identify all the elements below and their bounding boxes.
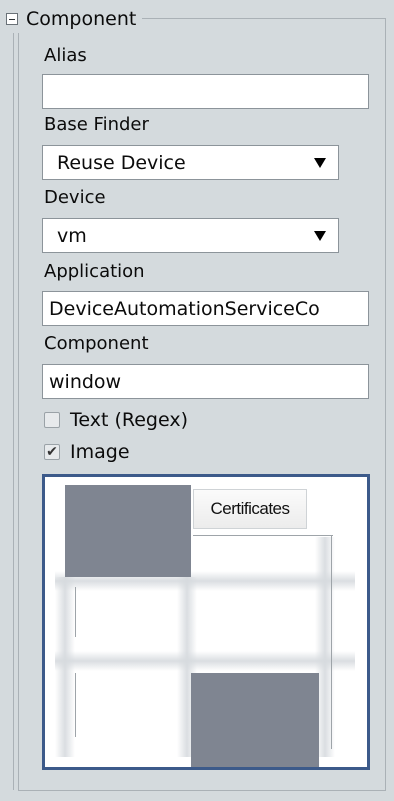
component-input[interactable] bbox=[42, 364, 369, 399]
checkmark-icon: ✔ bbox=[46, 444, 58, 460]
image-option[interactable]: ✔ Image bbox=[44, 438, 130, 466]
group-legend: Component bbox=[6, 5, 143, 33]
image-preview-panel[interactable]: Certificates bbox=[42, 474, 370, 770]
base-finder-select[interactable]: Reuse Device bbox=[42, 145, 339, 180]
group-title: Component bbox=[26, 7, 137, 30]
text-regex-label: Text (Regex) bbox=[70, 409, 188, 431]
preview-gray-block bbox=[191, 673, 319, 767]
preview-tab-certificates: Certificates bbox=[193, 489, 307, 529]
alias-input[interactable] bbox=[42, 74, 369, 109]
application-input[interactable] bbox=[42, 291, 369, 326]
image-label: Image bbox=[70, 441, 130, 463]
preview-gray-block bbox=[65, 485, 191, 577]
preview-frame-line bbox=[75, 587, 76, 637]
preview-frame-line bbox=[331, 535, 332, 749]
dropdown-arrow-icon bbox=[314, 157, 326, 168]
component-panel: Component Alias Base Finder Reuse Device… bbox=[0, 0, 394, 801]
device-select[interactable]: vm bbox=[42, 218, 339, 253]
device-label: Device bbox=[44, 187, 106, 208]
text-regex-checkbox[interactable] bbox=[44, 412, 60, 428]
application-label: Application bbox=[44, 261, 145, 282]
alias-label: Alias bbox=[44, 45, 87, 66]
preview-shadow bbox=[55, 577, 75, 757]
tree-connector-line bbox=[13, 30, 14, 790]
device-value: vm bbox=[57, 224, 87, 247]
base-finder-label: Base Finder bbox=[44, 114, 149, 135]
preview-tab-label: Certificates bbox=[210, 499, 290, 518]
collapse-minus-icon[interactable] bbox=[6, 13, 18, 25]
preview-shadow bbox=[55, 651, 355, 671]
image-preview: Certificates bbox=[45, 477, 367, 767]
dropdown-arrow-icon bbox=[314, 230, 326, 241]
preview-frame-line bbox=[193, 535, 333, 536]
base-finder-value: Reuse Device bbox=[57, 151, 186, 174]
preview-frame-line bbox=[75, 673, 76, 737]
component-label: Component bbox=[44, 333, 149, 354]
image-checkbox[interactable]: ✔ bbox=[44, 444, 60, 460]
text-regex-option[interactable]: Text (Regex) bbox=[44, 406, 188, 434]
